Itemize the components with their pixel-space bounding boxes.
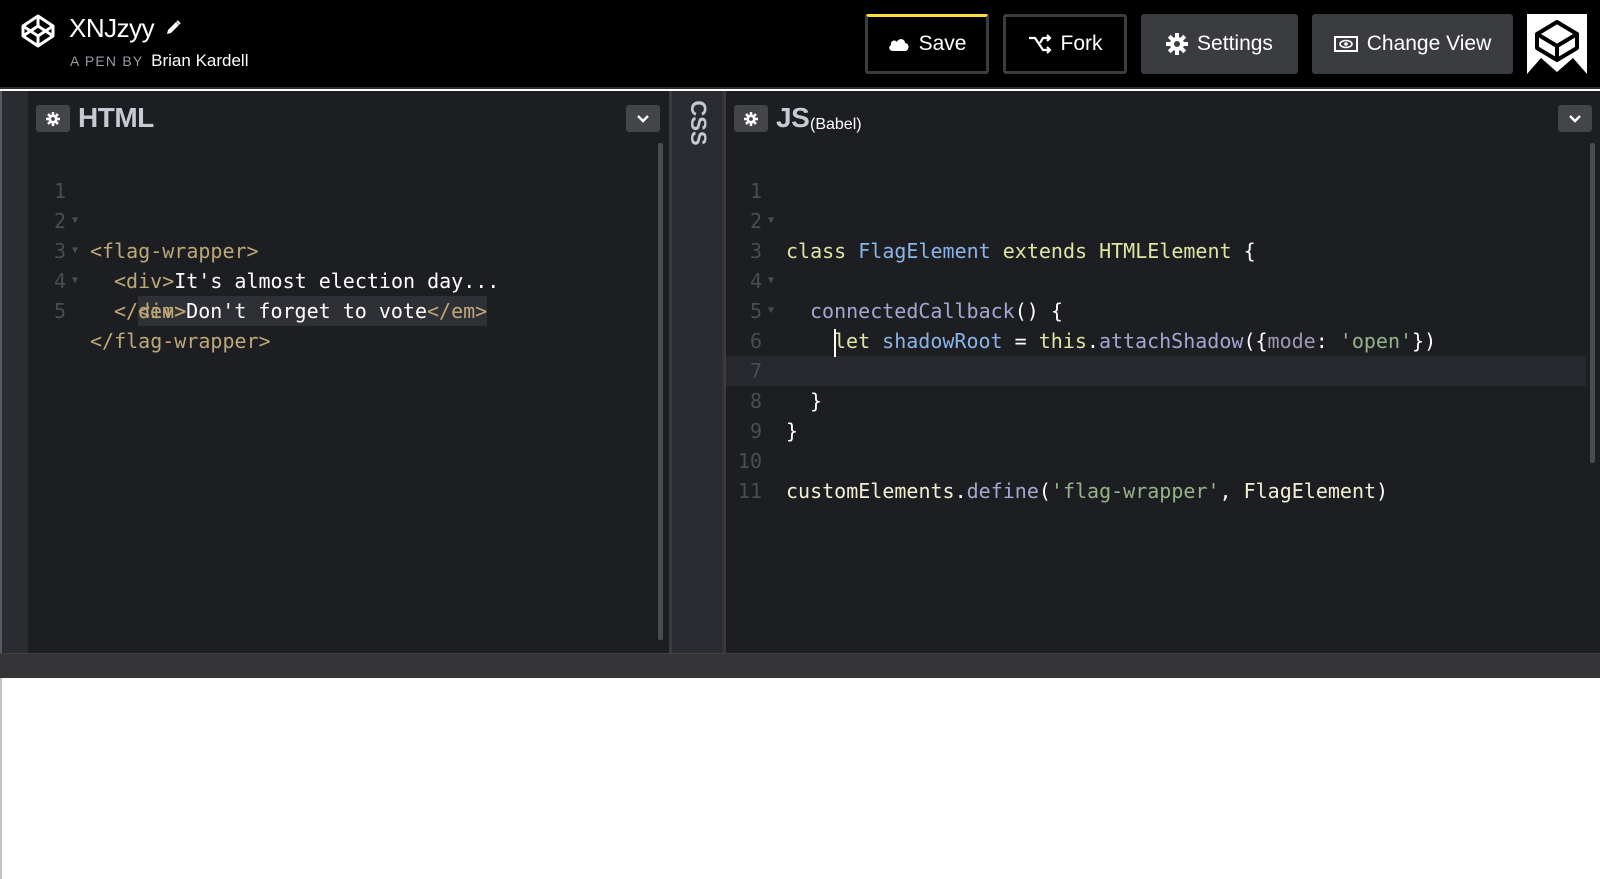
result-preview[interactable] (0, 678, 1600, 879)
js-editor-panel: JS (Babel) 1 ▼ class FlagElement extends… (724, 91, 1600, 653)
code-line: 3 ▼ connectedCallback() { (726, 206, 1586, 323)
code-line: 10 customElements.define('flag-wrapper',… (726, 416, 1586, 503)
html-editor-menu-button[interactable] (626, 105, 660, 132)
code-line: 8 } (726, 356, 1586, 443)
fork-label: Fork (1060, 32, 1103, 55)
code-line: 9 (726, 386, 1586, 443)
code-token: ) (1376, 479, 1389, 503)
byline-prefix: A PEN BY (70, 53, 144, 69)
fork-button[interactable]: Fork (1003, 14, 1127, 74)
code-line: 1 ▼ class FlagElement extends HTMLElemen… (726, 146, 1586, 263)
js-editor-menu-button[interactable] (1558, 105, 1592, 132)
settings-label: Settings (1197, 32, 1273, 55)
change-view-label: Change View (1366, 32, 1492, 55)
author-link[interactable]: Brian Kardell (151, 51, 248, 70)
code-line: 1 ▼ <flag-wrapper> (2, 146, 652, 263)
js-editor-title: JS (776, 102, 810, 133)
code-token: define (966, 479, 1039, 503)
code-line: 11 (726, 446, 1586, 503)
code-token: </div> (114, 299, 187, 323)
top-bar: XNJzyy A PEN BY Brian Kardell Save Fork (0, 0, 1600, 89)
js-editor-header: JS (Babel) (726, 91, 1600, 143)
html-editor-panel: HTML 1 ▼ <flag-wrapper> 2 ▼ <div>It's al… (0, 91, 672, 653)
js-editor-scrollbar[interactable] (1590, 143, 1595, 463)
pen-title[interactable]: XNJzyy (69, 12, 155, 44)
css-editor-collapsed[interactable]: CSS (672, 91, 722, 653)
save-button[interactable]: Save (865, 14, 989, 74)
gear-icon (1166, 33, 1189, 55)
js-preprocessor-label: (Babel) (810, 116, 862, 133)
line-number: 11 (737, 479, 762, 503)
js-settings-button[interactable] (734, 105, 768, 132)
html-editor-title: HTML (78, 102, 154, 133)
html-editor-scrollbar[interactable] (658, 143, 663, 640)
gear-icon (46, 111, 60, 126)
code-line: 3 ▼ <em>Don't forget to vote</em> (2, 206, 652, 326)
byline: A PEN BY Brian Kardell (70, 51, 248, 71)
code-line: 6 (726, 296, 1586, 353)
pencil-icon[interactable] (164, 19, 182, 37)
css-editor-title[interactable]: CSS (680, 101, 714, 145)
code-token: . (954, 479, 967, 503)
js-code-area[interactable]: 1 ▼ class FlagElement extends HTMLElemen… (726, 146, 1586, 503)
chevron-down-icon (637, 114, 649, 123)
code-line: 2 ▼ <div>It's almost election day... (2, 176, 652, 293)
code-line: 5 (726, 266, 1586, 357)
css-title-text: CSS (686, 101, 711, 145)
eye-icon (1333, 36, 1358, 52)
code-line: 4 </div> (2, 236, 652, 323)
code-token: 'flag-wrapper' (1050, 479, 1220, 503)
html-code-area[interactable]: 1 ▼ <flag-wrapper> 2 ▼ <div>It's almost … (2, 146, 652, 353)
cloud-icon (888, 39, 909, 51)
gear-icon (744, 111, 758, 126)
code-token: FlagElement (1243, 479, 1377, 503)
user-avatar-icon (1527, 14, 1587, 74)
code-token: Don't forget to vote (186, 299, 427, 323)
editor-area: HTML 1 ▼ <flag-wrapper> 2 ▼ <div>It's al… (0, 91, 1600, 678)
code-line: 2 (726, 176, 1586, 233)
code-line: 5 </flag-wrapper> (2, 266, 652, 353)
line-number: 5 (53, 299, 66, 323)
avatar[interactable] (1527, 14, 1587, 74)
code-token: </flag-wrapper> (90, 329, 271, 353)
html-editor-header: HTML (2, 91, 672, 143)
fork-icon (1028, 34, 1052, 54)
code-line: 4 ▼ let shadowRoot = this.attachShadow({… (726, 236, 1586, 353)
codepen-logo-icon[interactable] (20, 13, 56, 49)
code-token: ( (1038, 479, 1051, 503)
code-token: </em> (427, 299, 488, 323)
chevron-down-icon (1569, 114, 1581, 123)
change-view-button[interactable]: Change View (1312, 14, 1513, 74)
code-line: 7 } (726, 326, 1586, 413)
html-settings-button[interactable] (36, 105, 70, 132)
save-label: Save (918, 32, 967, 55)
code-token: , (1219, 479, 1244, 503)
settings-button[interactable]: Settings (1141, 14, 1298, 74)
editor-resize-handle[interactable] (0, 653, 1600, 678)
